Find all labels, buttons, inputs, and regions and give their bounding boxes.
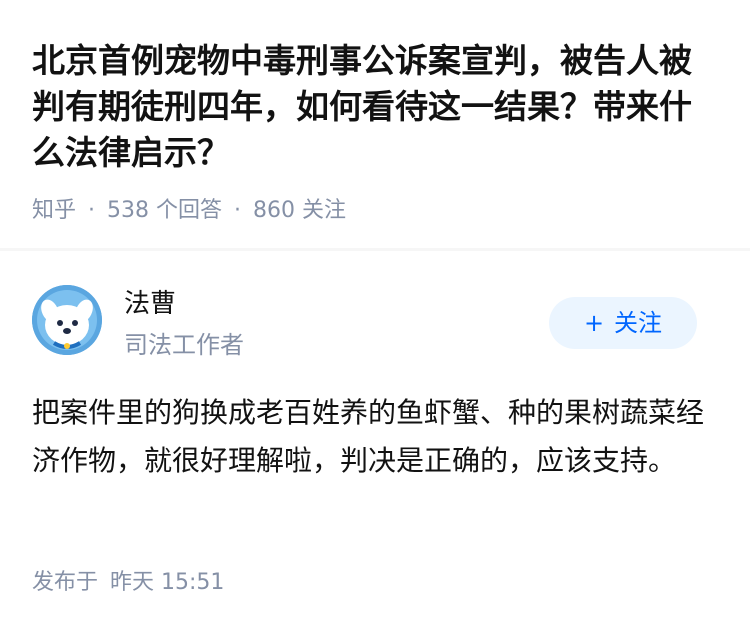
answer-publish-time: 发布于 昨天 15:51 — [32, 568, 224, 598]
follow-button[interactable]: + 关注 — [549, 297, 697, 349]
zhihu-answer-page: 北京首例宠物中毒刑事公诉案宣判，被告人被判有期徒刑四年，如何看待这一结果？带来什… — [0, 0, 750, 636]
answer-content[interactable]: 把案件里的狗换成老百姓养的鱼虾蟹、种的果树蔬菜经济作物，就很好理解啦，判决是正确… — [32, 389, 722, 485]
dog-mascot-icon — [32, 285, 102, 355]
question-header: 北京首例宠物中毒刑事公诉案宣判，被告人被判有期徒刑四年，如何看待这一结果？带来什… — [0, 0, 750, 248]
source-label[interactable]: 知乎 — [32, 196, 76, 226]
author-headline: 司法工作者 — [124, 331, 244, 359]
answer-card: 法曹 司法工作者 + 关注 把案件里的狗换成老百姓养的鱼虾蟹、种的果树蔬菜经济作物… — [0, 251, 750, 636]
meta-separator: · — [234, 198, 242, 223]
question-meta: 知乎 · 538 个回答 · 860 关注 — [32, 196, 346, 226]
publish-time: 昨天 15:51 — [110, 570, 225, 595]
follower-count: 860 关注 — [253, 198, 347, 223]
publish-prefix: 发布于 — [32, 570, 99, 595]
author-name[interactable]: 法曹 — [124, 287, 176, 321]
answer-count[interactable]: 538 个回答 — [107, 196, 222, 226]
meta-separator: · — [88, 198, 96, 223]
plus-icon: + — [583, 309, 605, 337]
avatar[interactable] — [32, 285, 102, 355]
question-title[interactable]: 北京首例宠物中毒刑事公诉案宣判，被告人被判有期徒刑四年，如何看待这一结果？带来什… — [32, 38, 722, 176]
follow-button-label: 关注 — [614, 309, 663, 337]
